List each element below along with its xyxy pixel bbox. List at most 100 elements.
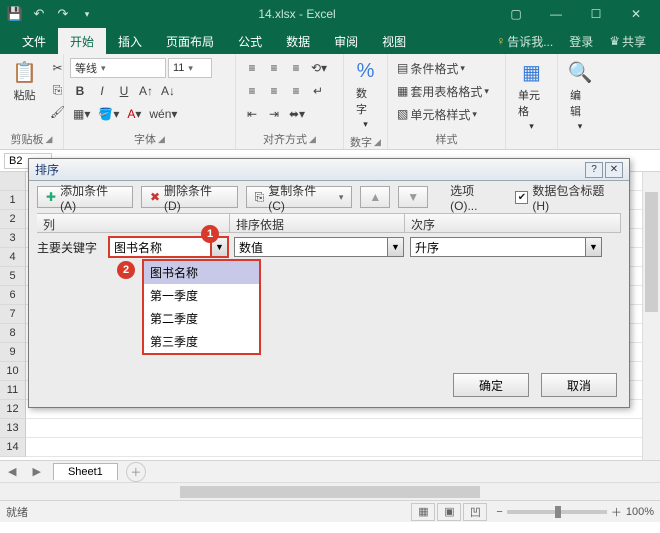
phonetic-button[interactable]: wén▾ (146, 104, 180, 124)
decrease-font-button[interactable]: A↓ (158, 81, 178, 101)
underline-button[interactable]: U (114, 81, 134, 101)
dropdown-option[interactable]: 图书名称 (144, 261, 259, 284)
dropdown-option[interactable]: 第二季度 (144, 307, 259, 330)
border-button[interactable]: ▦▾ (70, 104, 93, 124)
dropdown-option[interactable]: 第一季度 (144, 284, 259, 307)
move-down-button[interactable]: ▼ (398, 186, 428, 208)
row-header[interactable]: 5 (0, 267, 26, 286)
tab-home[interactable]: 开始 (58, 28, 106, 54)
row-header[interactable]: 12 (0, 400, 26, 419)
row-header[interactable]: 2 (0, 210, 26, 229)
view-layout-icon[interactable]: ▣ (437, 503, 461, 521)
editing-button[interactable]: 🔍 编辑 ▾ (564, 58, 596, 134)
delete-level-button[interactable]: ✖删除条件(D) (141, 186, 238, 208)
increase-indent-button[interactable]: ⇥ (264, 104, 284, 124)
row-header[interactable]: 13 (0, 419, 26, 438)
dialog-launcher-icon[interactable]: ◢ (46, 134, 53, 145)
row-header[interactable]: 7 (0, 305, 26, 324)
row-header[interactable]: 14 (0, 438, 26, 457)
row-header[interactable]: 9 (0, 343, 26, 362)
wrap-text-button[interactable]: ↵ (308, 81, 328, 101)
scrollbar-thumb[interactable] (180, 486, 480, 498)
cells-button[interactable]: ▦ 单元格 ▾ (512, 58, 551, 134)
merge-button[interactable]: ⬌▾ (286, 104, 308, 124)
dialog-close-icon[interactable]: ✕ (605, 162, 623, 178)
row-header[interactable]: 1 (0, 191, 26, 210)
copy-level-button[interactable]: ⎘复制条件(C)▾ (246, 186, 353, 208)
tab-review[interactable]: 审阅 (322, 28, 370, 54)
zoom-out-button[interactable]: − (496, 506, 502, 518)
vertical-scrollbar[interactable] (642, 172, 660, 460)
save-icon[interactable]: 💾 (4, 3, 26, 25)
view-normal-icon[interactable]: ▦ (411, 503, 435, 521)
sorton-select[interactable]: 数值 ▼ (234, 237, 404, 257)
minimize-icon[interactable]: — (536, 0, 576, 28)
ribbon-collapse-icon[interactable]: ▢ (496, 0, 536, 28)
qat-customize-icon[interactable]: ▾ (76, 3, 98, 25)
zoom-handle[interactable] (555, 506, 561, 518)
bold-button[interactable]: B (70, 81, 90, 101)
font-size-combo[interactable]: 11▾ (168, 58, 212, 78)
dialog-launcher-icon[interactable]: ◢ (158, 134, 165, 145)
increase-font-button[interactable]: A↑ (136, 81, 156, 101)
tab-view[interactable]: 视图 (370, 28, 418, 54)
sheet-tab[interactable]: Sheet1 (53, 463, 118, 480)
dropdown-option[interactable]: 第三季度 (144, 330, 259, 353)
cell-styles-button[interactable]: ▧单元格样式▾ (394, 104, 502, 124)
tab-layout[interactable]: 页面布局 (154, 28, 226, 54)
fill-color-button[interactable]: 🪣▾ (95, 104, 122, 124)
conditional-format-button[interactable]: ▤条件格式▾ (394, 58, 502, 78)
tab-insert[interactable]: 插入 (106, 28, 154, 54)
close-icon[interactable]: ✕ (616, 0, 656, 28)
share-button[interactable]: ♛共享 (603, 33, 652, 50)
row-header[interactable]: 11 (0, 381, 26, 400)
dropdown-arrow-icon[interactable]: ▼ (387, 238, 403, 256)
row-header[interactable]: 4 (0, 248, 26, 267)
zoom-slider[interactable] (507, 510, 607, 514)
row-header[interactable]: 10 (0, 362, 26, 381)
dropdown-arrow-icon[interactable]: ▼ (585, 238, 601, 256)
scrollbar-thumb[interactable] (645, 192, 658, 312)
add-sheet-button[interactable]: ＋ (126, 462, 146, 482)
zoom-in-button[interactable]: ＋ (611, 504, 622, 520)
align-left-button[interactable]: ≡ (242, 81, 262, 101)
view-pagebreak-icon[interactable]: 凹 (463, 503, 487, 521)
orientation-button[interactable]: ⟲▾ (308, 58, 330, 78)
undo-icon[interactable]: ↶ (28, 3, 50, 25)
align-middle-button[interactable]: ≡ (264, 58, 284, 78)
cancel-button[interactable]: 取消 (541, 373, 617, 397)
sheet-nav-next-icon[interactable]: ▶ (24, 465, 48, 478)
tab-formulas[interactable]: 公式 (226, 28, 274, 54)
select-all-corner[interactable] (0, 172, 26, 191)
font-color-button[interactable]: A▾ (124, 104, 144, 124)
dialog-help-icon[interactable]: ? (585, 162, 603, 178)
ok-button[interactable]: 确定 (453, 373, 529, 397)
dialog-launcher-icon[interactable]: ◢ (309, 134, 316, 145)
font-name-combo[interactable]: 等线▾ (70, 58, 166, 78)
align-right-button[interactable]: ≡ (286, 81, 306, 101)
order-select[interactable]: 升序 ▼ (410, 237, 602, 257)
align-top-button[interactable]: ≡ (242, 58, 262, 78)
signin-button[interactable]: 登录 (563, 33, 599, 50)
header-checkbox[interactable]: ✔ 数据包含标题(H) (515, 182, 621, 213)
row-header[interactable]: 8 (0, 324, 26, 343)
italic-button[interactable]: I (92, 81, 112, 101)
number-format-button[interactable]: % 数字 ▾ (350, 58, 381, 132)
tab-data[interactable]: 数据 (274, 28, 322, 54)
tab-file[interactable]: 文件 (10, 28, 58, 54)
format-table-button[interactable]: ▦套用表格格式▾ (394, 81, 502, 101)
align-center-button[interactable]: ≡ (264, 81, 284, 101)
tell-me[interactable]: ♀告诉我... (490, 33, 559, 50)
move-up-button[interactable]: ▲ (360, 186, 390, 208)
sheet-nav-prev-icon[interactable]: ◀ (0, 465, 24, 478)
options-button[interactable]: 选项(O)... (444, 180, 507, 215)
align-bottom-button[interactable]: ≡ (286, 58, 306, 78)
horizontal-scrollbar[interactable] (0, 482, 660, 500)
decrease-indent-button[interactable]: ⇤ (242, 104, 262, 124)
maximize-icon[interactable]: ☐ (576, 0, 616, 28)
dialog-launcher-icon[interactable]: ◢ (374, 137, 381, 148)
redo-icon[interactable]: ↷ (52, 3, 74, 25)
row-header[interactable]: 3 (0, 229, 26, 248)
paste-button[interactable]: 📋 粘贴 (6, 58, 43, 105)
row-header[interactable]: 6 (0, 286, 26, 305)
